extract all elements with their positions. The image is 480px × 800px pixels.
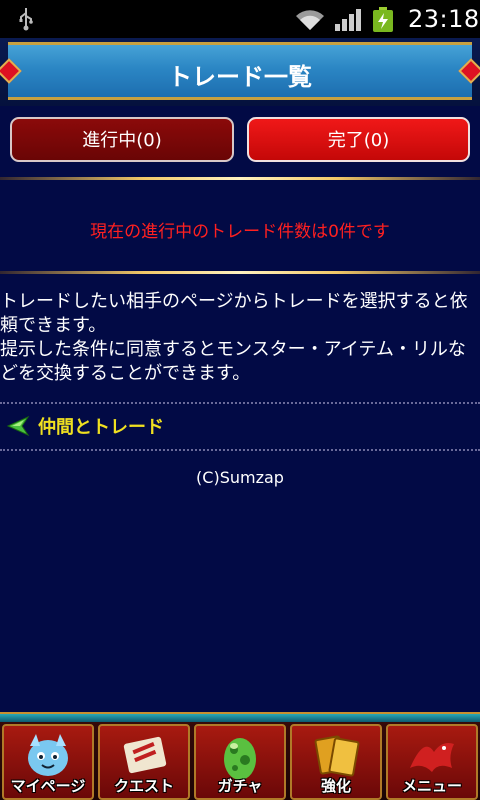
quest-icon [123,736,167,774]
usb-icon [19,8,33,31]
nav-mypage-label: マイページ [10,777,86,795]
tab-in-progress[interactable]: 進行中(0) [10,117,234,162]
bottom-navigation: マイページ クエスト ガチャ 強化 メニュー [0,712,480,800]
mypage-icon [28,734,68,776]
trade-count-notice: 現在の進行中のトレード件数は0件です [90,222,390,242]
nav-power-up[interactable]: 強化 [290,724,382,800]
nav-menu[interactable]: メニュー [386,724,478,800]
copyright: (C)Sumzap [196,468,284,487]
nav-gacha-label: ガチャ [217,777,263,795]
friend-trade-label: 仲間とトレード [38,417,164,438]
menu-dragon-icon [410,743,454,772]
left-arrow-icon [6,415,30,437]
nav-gacha[interactable]: ガチャ [194,724,286,800]
description-line: トレードしたい相手のページからトレードを選択すると依頼できます。 [0,291,468,336]
dotted-divider [0,402,480,404]
description-line: 提示した条件に同意するとモンスター・アイテム・リルなどを交換することができます。 [0,339,466,384]
status-bar: 23:18 [0,0,480,38]
friend-trade-link[interactable]: 仲間とトレード [6,413,164,439]
battery-charging-icon [373,7,393,32]
divider [0,177,480,180]
power-up-cards-icon [314,735,360,777]
tab-completed[interactable]: 完了(0) [247,117,470,162]
page-title: トレード一覧 [168,63,312,91]
nav-rim [0,712,480,722]
nav-quest[interactable]: クエスト [98,724,190,800]
nav-mypage[interactable]: マイページ [2,724,94,800]
dotted-divider [0,449,480,451]
nav-quest-label: クエスト [113,777,174,795]
signal-strength-icon [335,9,361,31]
nav-power-up-label: 強化 [320,777,351,795]
wifi-icon [296,10,324,30]
trade-description: トレードしたい相手のページからトレードを選択すると依頼できます。 提示した条件に… [0,290,476,386]
header-bar: トレード一覧 [8,42,472,100]
divider [0,271,480,274]
clock: 23:18 [408,5,480,33]
nav-menu-label: メニュー [401,777,462,795]
page-header: トレード一覧 [0,38,480,106]
